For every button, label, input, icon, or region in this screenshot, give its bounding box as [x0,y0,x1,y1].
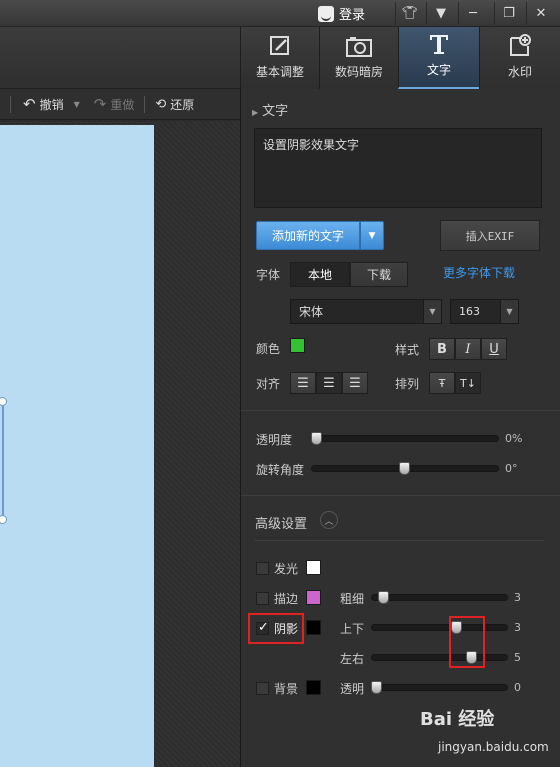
align-left-icon[interactable]: ☰ [290,372,316,394]
restore-icon: ⟲ [155,96,167,112]
baidu-jingyan-logo: Bai 经验 [420,709,495,730]
background-color-swatch[interactable] [306,680,321,695]
section-title: ▶ 文字 [252,104,289,119]
text-icon [426,32,452,56]
chevron-down-icon: ▼ [500,300,518,323]
underline-button[interactable]: U [481,338,507,360]
advanced-settings-title: 高级设置 [255,517,308,532]
baidu-jingyan-url: jingyan.baidu.com [438,740,549,754]
horizontal-text-icon[interactable]: Ŧ [429,372,455,394]
background-label: 背景 [274,682,299,696]
undo-dropdown-icon[interactable]: ▼ [74,100,80,109]
stroke-thickness-label: 粗细 [340,592,365,606]
rotate-slider-thumb[interactable] [399,462,410,475]
insert-exif-button[interactable]: 插入EXIF [440,220,540,251]
vertical-text-icon[interactable]: T↓ [455,372,481,394]
background-opacity-thumb[interactable] [371,681,382,694]
menu-chevron-icon[interactable]: ▼ [426,2,455,25]
redo-button[interactable]: ↷ 重做 [94,95,135,113]
glow-label: 发光 [274,562,299,576]
stroke-checkbox[interactable] [256,592,269,605]
glow-color-swatch[interactable] [306,560,321,575]
restore-window-button[interactable]: ❐ [494,2,523,25]
stroke-color-swatch[interactable] [306,590,321,605]
undo-button[interactable]: ↶ 撤销 [23,95,64,113]
divider [254,540,544,541]
tab-digital-darkroom[interactable]: 数码暗房 [319,27,398,89]
align-center-icon[interactable]: ☰ [316,372,342,394]
tab-basic-adjust[interactable]: 基本调整 [240,27,319,89]
add-text-button[interactable]: 添加新的文字 [256,221,360,250]
opacity-slider-track[interactable] [311,435,499,442]
avatar-icon [318,5,334,22]
skin-icon[interactable]: 👕︎ [395,2,424,25]
shadow-vertical-label: 上下 [340,622,365,636]
stroke-thickness-value: 3 [514,591,521,604]
login-label: 登录 [339,8,366,23]
edit-icon [267,34,293,58]
color-label: 颜色 [256,342,281,356]
login-button[interactable]: 登录 [318,4,365,23]
opacity-slider-thumb[interactable] [311,432,322,445]
minimize-button[interactable]: ─ [458,2,487,25]
collapse-arrow-icon[interactable]: ▶ [252,108,258,117]
chevron-down-icon: ▼ [423,300,441,323]
shadow-label: 阴影 [274,622,299,636]
tab-text[interactable]: 文字 [398,27,479,89]
text-color-swatch[interactable] [290,338,305,353]
background-opacity-label: 透明 [340,682,365,696]
font-family-select[interactable]: 宋体 ▼ [290,299,442,324]
text-content-input[interactable]: 设置阴影效果文字 [254,128,542,208]
rotate-value: 0° [505,462,518,475]
watermark-icon [507,34,533,58]
divider [241,495,560,496]
highlight-box [449,616,485,668]
style-label: 样式 [395,343,420,357]
add-text-dropdown[interactable]: ▼ [360,221,384,250]
more-fonts-link[interactable]: 更多字体下载 [443,264,515,281]
font-tab-download[interactable]: 下载 [350,262,408,287]
restore-button[interactable]: ⟲ 还原 [155,96,194,113]
divider [241,410,560,411]
tab-watermark[interactable]: 水印 [479,27,560,89]
redo-icon: ↷ [93,95,107,113]
stroke-thickness-track[interactable] [371,594,508,601]
collapse-advanced-icon[interactable]: ︿ [320,511,338,529]
photo-canvas[interactable] [0,125,154,767]
shadow-checkbox[interactable] [256,620,269,635]
close-button[interactable]: ✕ [526,2,555,25]
chevron-down-icon: ▼ [368,230,376,241]
stroke-thickness-thumb[interactable] [378,591,389,604]
shadow-horizontal-label: 左右 [340,652,365,666]
stroke-label: 描边 [274,592,299,606]
opacity-value: 0% [505,432,523,445]
shadow-vertical-track[interactable] [371,624,508,631]
shadow-horizontal-value: 5 [514,651,521,664]
camera-icon [346,34,372,58]
font-label: 字体 [256,268,281,282]
background-opacity-value: 0 [514,681,521,694]
undo-icon: ↶ [23,95,36,113]
font-tab-local[interactable]: 本地 [290,262,350,287]
glow-checkbox[interactable] [256,562,269,575]
shadow-horizontal-track[interactable] [371,654,508,661]
background-opacity-track[interactable] [371,684,508,691]
opacity-label: 透明度 [256,433,293,447]
rotate-label: 旋转角度 [256,463,305,477]
shadow-vertical-value: 3 [514,621,521,634]
arrange-label: 排列 [395,377,420,391]
edit-toolbar: ↶ 撤销 ▼ ↷ 重做 ⟲ 还原 [0,89,240,120]
align-label: 对齐 [256,377,281,391]
bold-button[interactable]: B [429,338,455,360]
shadow-color-swatch[interactable] [306,620,321,635]
background-checkbox[interactable] [256,682,269,695]
text-selection-border [2,402,4,520]
align-right-icon[interactable]: ☰ [342,372,368,394]
top-toolbar [0,27,240,89]
font-size-select[interactable]: 163 ▼ [450,299,519,324]
italic-button[interactable]: I [455,338,481,360]
